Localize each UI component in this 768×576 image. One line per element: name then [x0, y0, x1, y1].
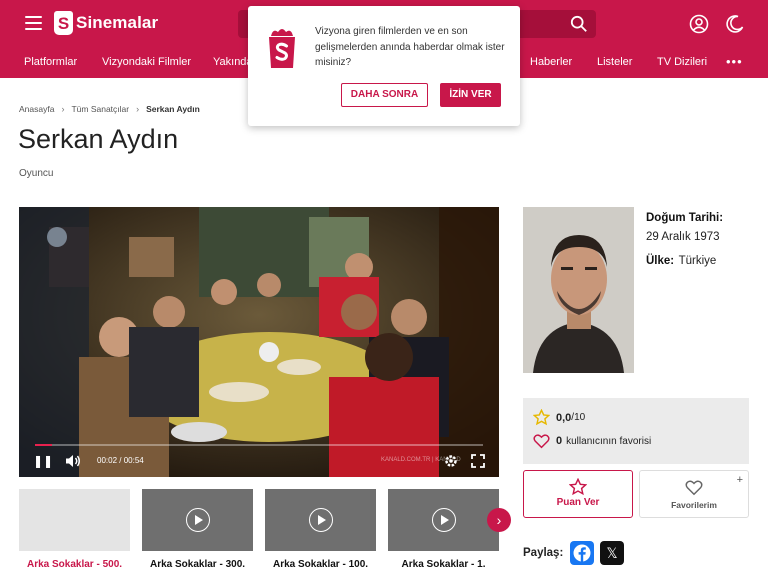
rating-box: 0,0/10 0 kullanıcının favorisi	[523, 398, 749, 464]
video-frame	[19, 207, 499, 477]
logo-mark: S	[54, 11, 73, 35]
play-icon	[186, 508, 210, 532]
rate-button-label: Puan Ver	[556, 497, 600, 508]
video-thumbnail-label[interactable]: Arka Sokaklar - 1.	[388, 559, 499, 570]
play-icon	[309, 508, 333, 532]
breadcrumb-current: Serkan Aydın	[146, 104, 200, 114]
birth-date-label: Doğum Tarihi:	[646, 208, 723, 226]
x-share-button[interactable]: 𝕏	[600, 541, 624, 565]
breadcrumb-artists[interactable]: Tüm Sanatçılar	[71, 104, 129, 114]
video-thumbnail[interactable]	[142, 489, 253, 551]
menu-icon[interactable]	[25, 16, 42, 30]
video-time: 00:02 / 00:54	[97, 456, 144, 465]
video-thumbnail-label[interactable]: Arka Sokaklar - 500.	[19, 559, 130, 570]
pause-icon[interactable]: ❚❚	[33, 454, 53, 468]
chevron-right-icon: ›	[61, 104, 65, 114]
allow-button[interactable]: İZİN VER	[440, 83, 501, 107]
video-current-time: 00:02	[97, 456, 118, 465]
country-label: Ülke:	[646, 255, 675, 267]
video-duration: 00:54	[123, 456, 144, 465]
facebook-icon	[573, 544, 591, 562]
fullscreen-icon[interactable]	[471, 454, 485, 468]
nav-yakinda[interactable]: Yakında	[213, 56, 253, 68]
video-player[interactable]: ❚❚ 00:02 / 00:54 KANALD.COM.TR | KANAL D	[19, 207, 499, 477]
nav-more-icon[interactable]: •••	[726, 54, 743, 69]
play-icon	[432, 508, 456, 532]
video-thumbnail[interactable]	[388, 489, 499, 551]
favorites-button-label: Favorilerim	[671, 500, 717, 510]
heart-icon	[533, 434, 550, 449]
plus-icon: +	[736, 474, 743, 486]
site-logo[interactable]: S Sinemalar	[54, 11, 158, 35]
rating-score-row: 0,0/10	[533, 409, 585, 426]
notification-popup: Vizyona giren filmlerden ve en son geliş…	[248, 6, 520, 126]
person-photo	[523, 207, 634, 373]
search-icon[interactable]	[570, 15, 588, 33]
nav-vizyondaki-filmler[interactable]: Vizyondaki Filmler	[102, 56, 191, 68]
share-label: Paylaş:	[523, 547, 564, 559]
star-icon	[533, 409, 550, 426]
favorite-count-row: 0 kullanıcının favorisi	[533, 433, 651, 449]
video-thumbnail[interactable]	[265, 489, 376, 551]
heart-icon	[685, 480, 703, 496]
page-title: Serkan Aydın	[18, 124, 179, 154]
video-thumbnail[interactable]	[19, 489, 130, 551]
video-thumbnail-label[interactable]: Arka Sokaklar - 300.	[142, 559, 253, 570]
favorites-button[interactable]: + Favorilerim	[639, 470, 749, 518]
country-info: Ülke: Türkiye	[646, 251, 716, 269]
video-progress-fill	[35, 444, 52, 446]
logo-text: Sinemalar	[76, 13, 159, 32]
birth-date-value-text: 29 Aralık 1973	[646, 231, 720, 243]
later-button[interactable]: DAHA SONRA	[341, 83, 428, 107]
birth-date-label-text: Doğum Tarihi:	[646, 212, 724, 224]
chevron-right-icon: ›	[136, 104, 140, 114]
favorite-count: 0	[556, 435, 563, 447]
dark-mode-icon[interactable]	[725, 14, 745, 34]
volume-icon[interactable]	[65, 454, 81, 468]
sinemalar-logo-icon	[269, 29, 295, 68]
favorite-count-text: kullanıcının favorisi	[566, 435, 652, 447]
video-thumbnail-label[interactable]: Arka Sokaklar - 100.	[265, 559, 376, 570]
x-icon: 𝕏	[606, 545, 618, 561]
person-portrait	[523, 207, 634, 373]
rating-max: /10	[571, 412, 586, 423]
nav-tv-dizileri[interactable]: TV Dizileri	[657, 56, 707, 68]
star-icon	[569, 478, 587, 496]
nav-platformlar[interactable]: Platformlar	[24, 56, 77, 68]
breadcrumb-home[interactable]: Anasayfa	[19, 104, 54, 114]
rate-button[interactable]: Puan Ver	[523, 470, 633, 518]
user-icon[interactable]	[689, 14, 709, 34]
breadcrumb: Anasayfa › Tüm Sanatçılar › Serkan Aydın	[19, 104, 200, 114]
facebook-share-button[interactable]	[570, 541, 594, 565]
settings-icon[interactable]	[444, 454, 458, 468]
country-value: Türkiye	[678, 255, 717, 267]
rating-score: 0,0	[556, 411, 572, 424]
popup-message: Vizyona giren filmlerden ve en son geliş…	[315, 26, 505, 68]
video-thumbnails: Arka Sokaklar - 500. Arka Sokaklar - 300…	[19, 489, 499, 576]
person-role: Oyuncu	[19, 168, 54, 179]
nav-haberler[interactable]: Haberler	[530, 56, 572, 68]
chevron-right-icon[interactable]: ›	[487, 508, 511, 532]
birth-date-value: 29 Aralık 1973	[646, 227, 720, 245]
nav-listeler[interactable]: Listeler	[597, 56, 632, 68]
video-progress-bar[interactable]	[35, 444, 483, 446]
